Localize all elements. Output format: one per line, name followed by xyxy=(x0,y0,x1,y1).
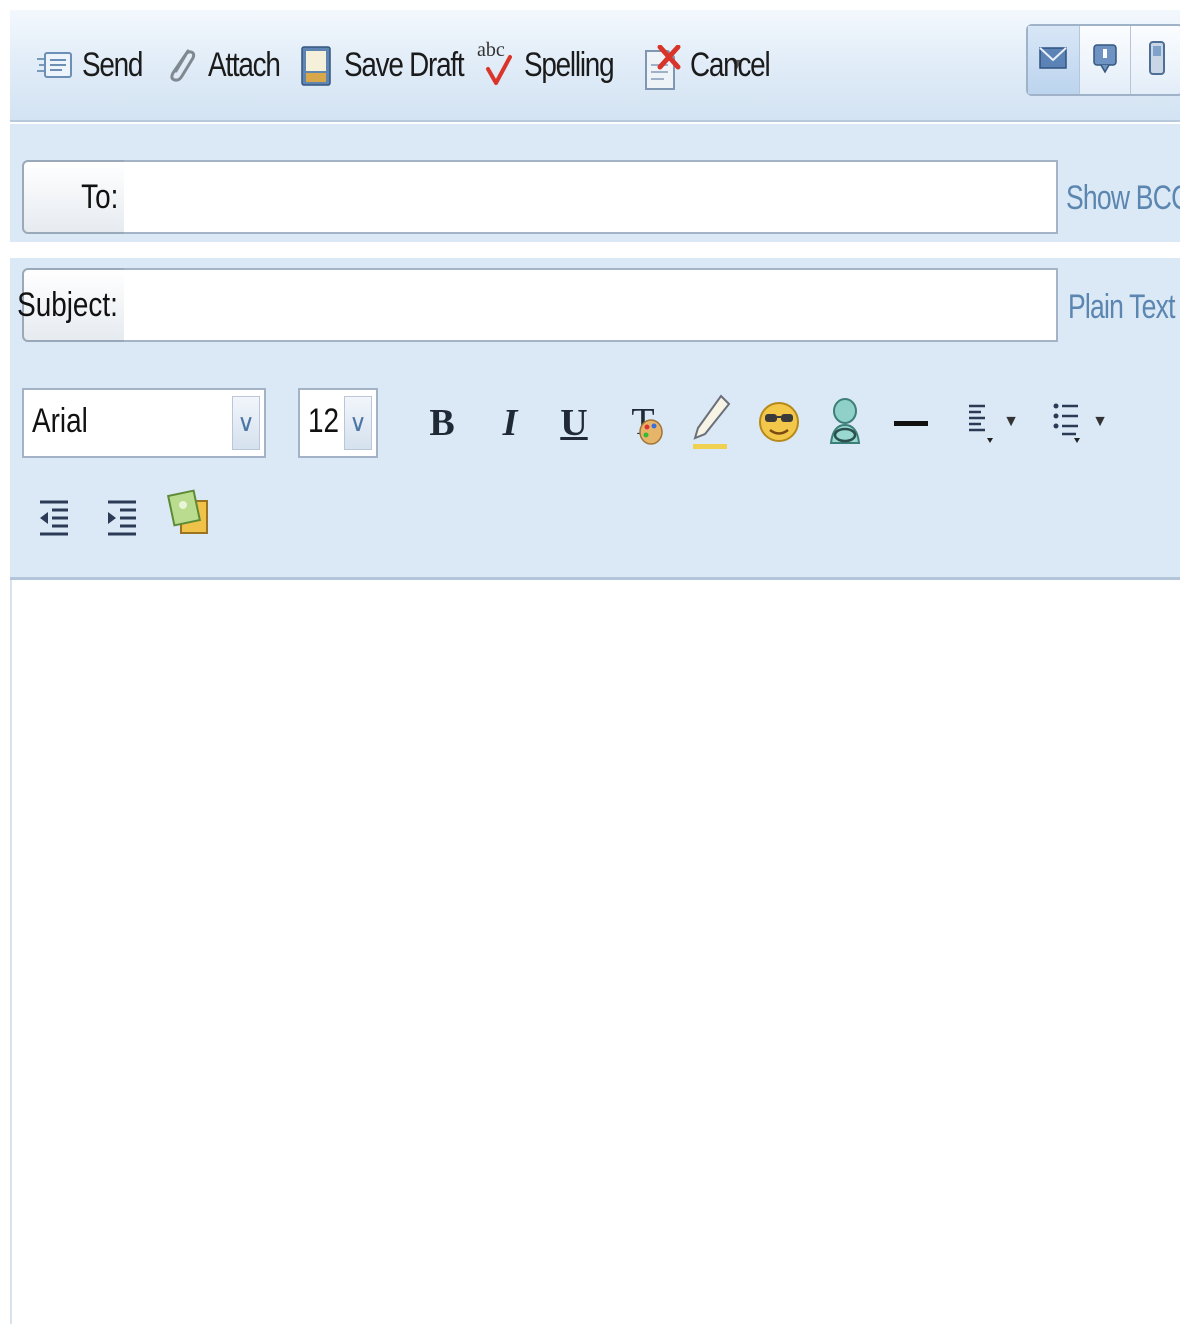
underline-button[interactable]: U xyxy=(552,398,596,448)
to-button[interactable]: To: xyxy=(22,160,126,234)
font-size-select[interactable]: 12 ∨ xyxy=(298,388,378,458)
plain-text-link[interactable]: Plain Text xyxy=(1068,288,1180,327)
cancel-button[interactable]: Cancel xyxy=(642,42,787,90)
spell-check-icon: abc xyxy=(476,39,516,85)
font-family-select[interactable]: Arial ∨ xyxy=(22,388,266,458)
sunglasses-smiley-icon xyxy=(759,402,799,442)
chevron-down-icon: ∨ xyxy=(344,396,372,450)
message-body-editor[interactable] xyxy=(10,580,1180,1324)
outdent-button[interactable] xyxy=(30,490,78,546)
emoticon-button[interactable] xyxy=(754,390,804,454)
text-color-button[interactable]: T xyxy=(618,390,668,454)
bulleted-list-icon xyxy=(1053,403,1081,443)
list-dropdown-button[interactable]: ▼ xyxy=(1044,394,1114,450)
indent-button[interactable] xyxy=(98,490,146,546)
indent-icon xyxy=(108,500,136,536)
bold-button[interactable]: B xyxy=(420,398,464,448)
caret-down-icon: ▼ xyxy=(1092,413,1108,430)
show-bcc-link[interactable]: Show BCC xyxy=(1066,179,1180,218)
save-draft-icon xyxy=(298,45,336,86)
mobile-phone-icon xyxy=(1147,40,1167,81)
diver-avatar-icon xyxy=(829,398,861,444)
paperclip-icon xyxy=(162,45,200,85)
italic-button[interactable]: I xyxy=(488,398,532,448)
to-field[interactable] xyxy=(124,160,1058,234)
avatar-insert-button[interactable] xyxy=(820,390,870,454)
subject-button: Subject: xyxy=(17,268,126,342)
compose-toolbar: Send Attach Save Draft abc Spelling ▼ Ca… xyxy=(10,10,1180,122)
save-draft-button[interactable]: Save Draft xyxy=(298,42,490,88)
horizontal-rule-button[interactable] xyxy=(886,398,936,448)
speech-bubble-icon xyxy=(1091,42,1119,79)
email-mode-button[interactable] xyxy=(1028,26,1080,94)
to-panel: To: Show BCC xyxy=(10,124,1180,242)
subject-field[interactable] xyxy=(124,268,1058,342)
outdent-icon xyxy=(40,500,68,536)
send-button[interactable]: Send xyxy=(36,42,155,88)
attach-button[interactable]: Attach xyxy=(162,42,295,88)
highlighter-pen-icon xyxy=(693,394,731,449)
attach-label: Attach xyxy=(208,45,281,84)
stationery-icon xyxy=(167,489,208,534)
horizontal-line-icon xyxy=(894,420,928,426)
spelling-label: Spelling xyxy=(524,45,615,84)
caret-down-icon: ▼ xyxy=(1003,413,1019,430)
envelope-icon xyxy=(1038,45,1068,76)
align-dropdown-button[interactable]: ▼ xyxy=(956,394,1026,450)
subject-format-panel: Subject: Plain Text Arial ∨ 12 ∨ B I U T xyxy=(10,258,1180,580)
save-draft-label: Save Draft xyxy=(344,45,465,84)
stationery-button[interactable] xyxy=(164,482,214,546)
cancel-label: Cancel xyxy=(690,45,771,84)
view-mode-toggle xyxy=(1026,24,1180,96)
send-icon xyxy=(36,45,74,85)
sms-mode-button[interactable] xyxy=(1131,26,1180,94)
palette-icon xyxy=(639,419,663,445)
align-left-icon xyxy=(969,404,994,443)
im-mode-button[interactable] xyxy=(1080,26,1132,94)
cancel-icon xyxy=(642,44,682,90)
chevron-down-icon: ∨ xyxy=(232,396,260,450)
highlight-button[interactable] xyxy=(686,390,736,454)
send-label: Send xyxy=(82,45,143,84)
